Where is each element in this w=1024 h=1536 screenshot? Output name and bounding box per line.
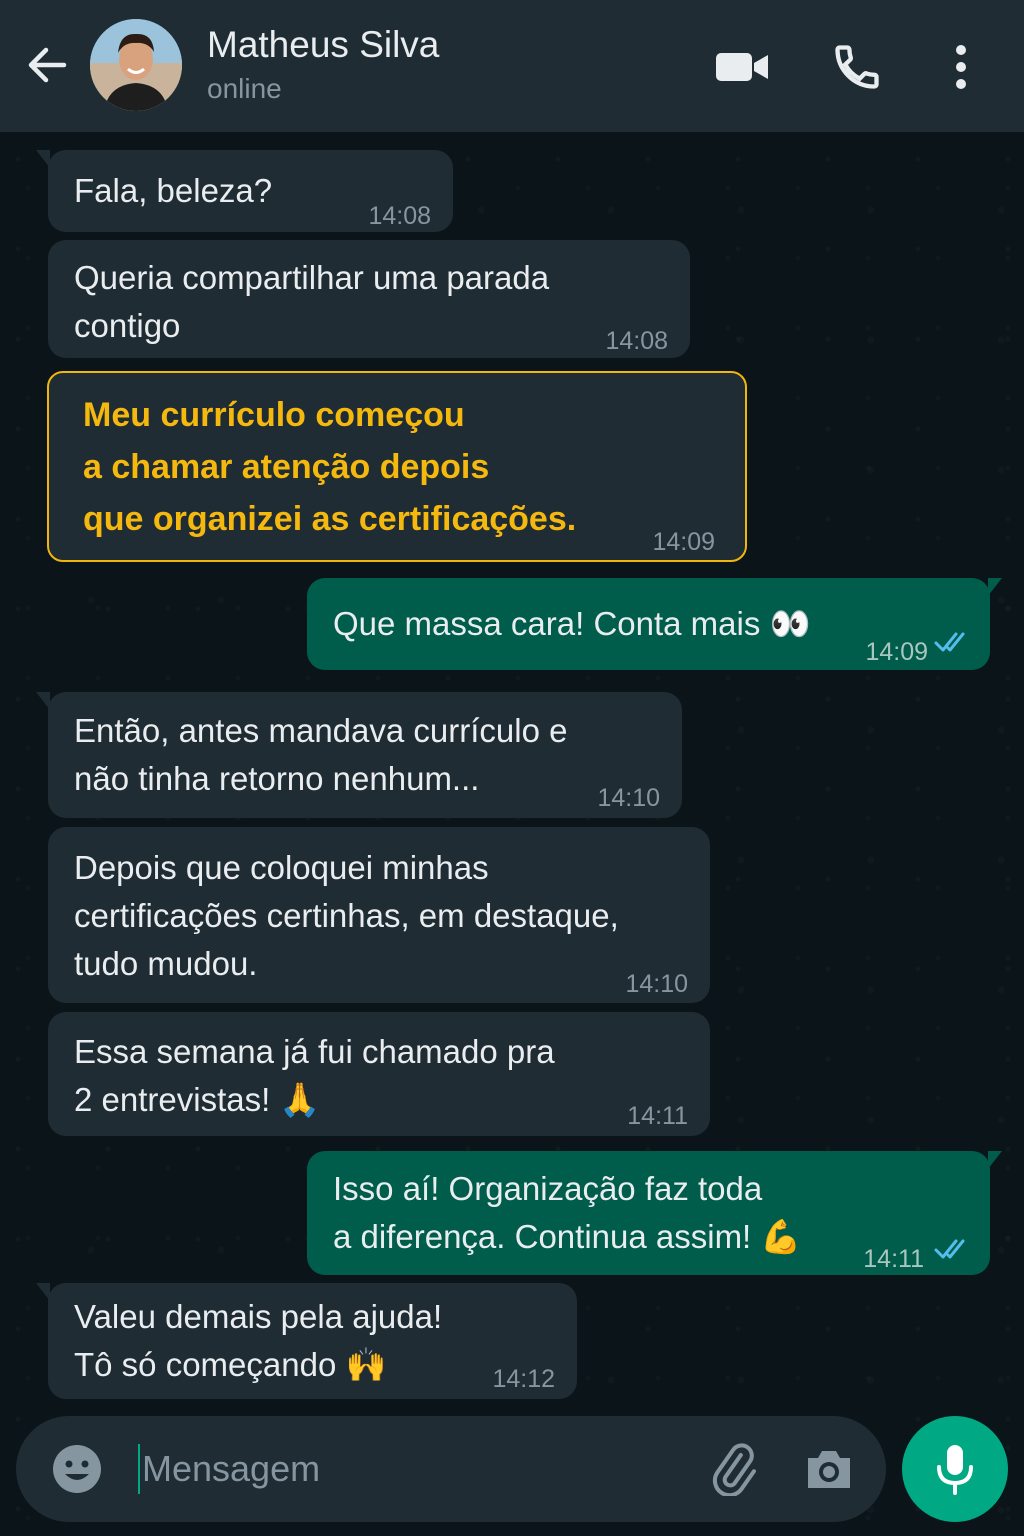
message-text: Depois que coloquei minhas certificações… [74,849,619,982]
message-time: 14:11 [627,1102,688,1130]
message-text: Queria compartilhar uma parada contigo [74,259,550,344]
message-text: Essa semana já fui chamado pra 2 entrevi… [74,1033,555,1118]
contact-photo [90,19,182,111]
avatar[interactable] [90,19,182,111]
message-time: 14:09 [865,638,928,666]
arrow-left-icon [28,47,67,83]
emoji-icon [53,1445,101,1493]
attach-button[interactable] [706,1442,760,1498]
double-check-icon [934,632,965,652]
message-input[interactable] [138,1444,678,1494]
message-bubble-incoming[interactable]: Queria compartilhar uma parada contigo 1… [48,240,690,358]
message-text: Meu currículo começou a chamar atenção d… [83,396,577,538]
message-text: Então, antes mandava currículo e não tin… [74,712,568,797]
message-text: Isso aí! Organização faz toda a diferenç… [333,1170,802,1255]
back-button[interactable] [22,40,72,90]
message-time: 14:08 [605,327,668,355]
message-bubble-outgoing[interactable]: Isso aí! Organização faz toda a diferenç… [307,1151,1002,1275]
message-time: 14:10 [625,970,688,998]
double-check-icon [934,1239,965,1259]
message-bubble-incoming[interactable]: Essa semana já fui chamado pra 2 entrevi… [48,1012,710,1136]
message-bubble-incoming[interactable]: Então, antes mandava currículo e não tin… [36,692,682,818]
message-time: 14:11 [863,1245,924,1273]
video-camera-icon [716,53,768,81]
more-vertical-icon [956,45,966,89]
message-time: 14:10 [597,784,660,812]
message-bubble-incoming[interactable]: Depois que coloquei minhas certificações… [48,827,710,1003]
message-bubble-outgoing[interactable]: Que massa cara! Conta mais 👀 14:09 [307,578,1002,670]
voice-call-button[interactable] [828,38,886,96]
message-bubble-highlighted[interactable]: Meu currículo começou a chamar atenção d… [47,371,747,562]
camera-icon [808,1451,850,1488]
microphone-icon [937,1445,973,1495]
chat-header: Matheus Silva online [0,0,1024,132]
phone-icon [835,45,879,89]
paperclip-icon [712,1443,756,1498]
contact-name[interactable]: Matheus Silva [207,24,439,66]
message-text: Que massa cara! Conta mais 👀 [333,605,811,642]
message-time: 14:12 [492,1365,555,1393]
message-bubble-incoming[interactable]: Valeu demais pela ajuda! Tô só começando… [36,1283,577,1399]
emoji-button[interactable] [50,1442,104,1496]
message-time: 14:08 [368,202,431,230]
camera-button[interactable] [802,1442,856,1496]
message-composer [16,1416,886,1522]
message-text: Fala, beleza? [74,172,273,209]
video-call-button[interactable] [713,38,771,96]
message-text: Valeu demais pela ajuda! Tô só começando… [74,1298,443,1383]
contact-status: online [207,73,282,104]
more-options-button[interactable] [932,38,990,96]
voice-message-button[interactable] [902,1416,1008,1522]
message-bubble-incoming[interactable]: Fala, beleza? 14:08 [36,150,453,232]
message-time: 14:09 [652,528,715,556]
